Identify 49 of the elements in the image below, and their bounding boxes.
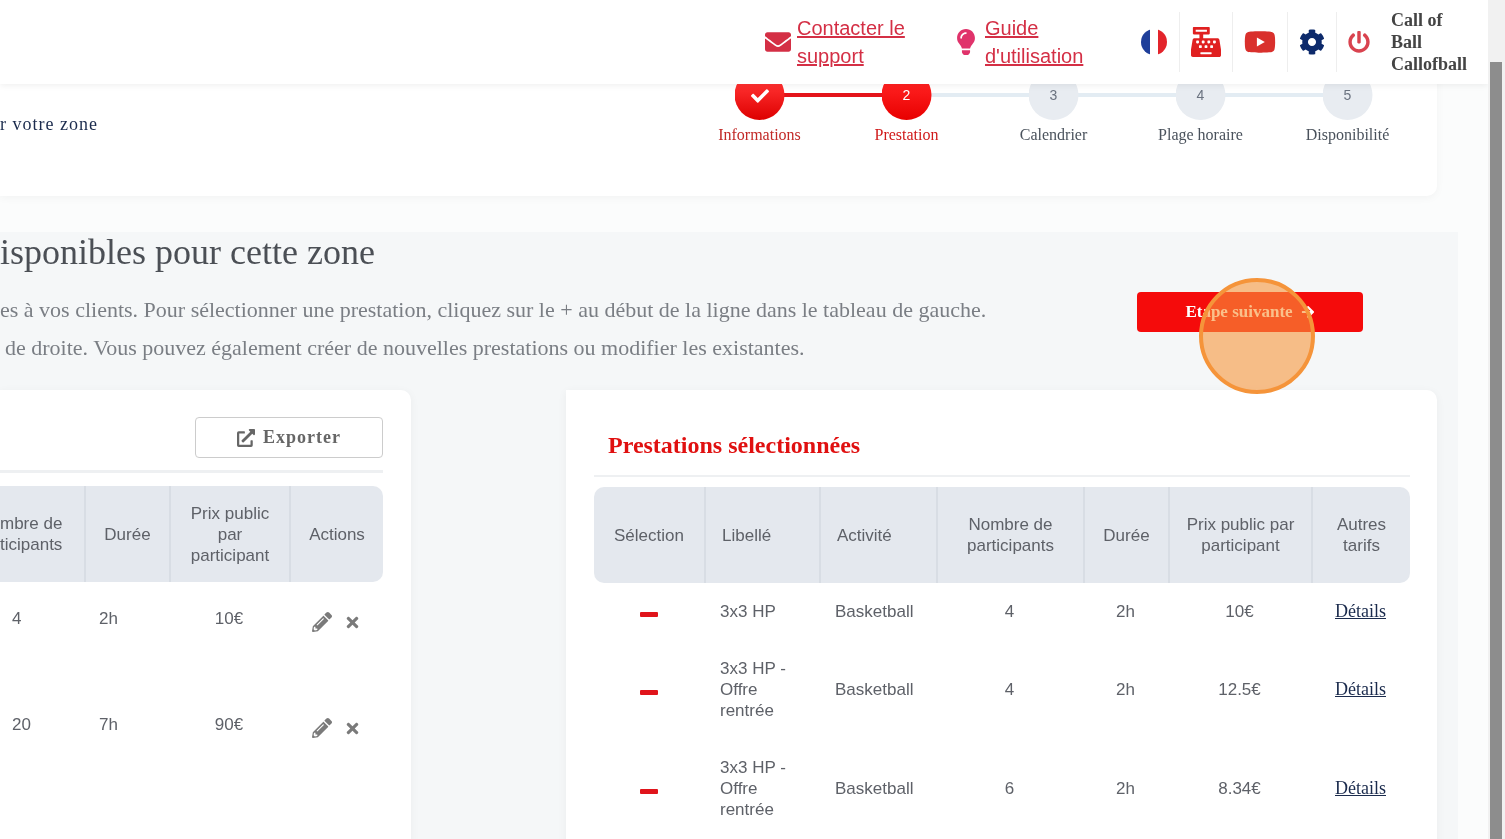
table-cell: Basketball [835,602,914,621]
table-cell: 3x3 HP [720,602,776,621]
table-cell: 90€ [214,715,244,734]
column-header: Actions [289,486,383,582]
instructions-text: es à vos clients. Pour sélectionner une prestation, cliquez sur le + au début de la ligne dans le tableau de gauche. [0,296,988,324]
step-label: Calendrier [1019,126,1088,144]
column-header: Autres tarifs [1311,487,1410,583]
table-cell: 3x3 HP - Offre rentrée [720,758,786,819]
table-cell: 6 [1004,779,1015,798]
column-header: Libellé [704,487,819,583]
details-link[interactable]: Détails [1335,601,1386,621]
details-link[interactable]: Détails [1335,778,1386,798]
column-header: mbre de ticipants [0,486,84,582]
table-cell: 8.34€ [1218,779,1261,798]
table-cell: Basketball [835,680,914,699]
user-name: Call of Ball Callofball [1391,9,1468,75]
section-title: isponibles pour cette zone [0,232,376,272]
column-header: Activité [819,487,936,583]
header-link[interactable]: Contacter le support [765,14,909,70]
header-link[interactable]: Guide d'utilisation [953,14,1085,70]
column-header: Prix public par participant [1168,487,1311,583]
column-header: Prix public par participant [169,486,289,582]
table-cell: 4 [12,609,22,628]
table-cell: 2h [99,609,118,628]
table-cell: 2h [1116,779,1135,798]
step-label: Prestation [874,126,939,144]
table-cell: 2h [1116,602,1135,621]
table-cell: 20 [12,715,31,734]
instructions-text: de droite. Vous pouvez également créer de nouvelles prestations ou modifier les existantes. [4,334,806,362]
column-header: Sélection [594,487,704,583]
step-label: Informations [718,126,801,144]
details-link[interactable]: Détails [1335,679,1386,699]
column-header: Durée [1083,487,1168,583]
column-header: Nombre de participants [936,487,1083,583]
table-cell: 10€ [1225,602,1254,621]
step-label: Plage horaire [1158,126,1243,144]
export-button[interactable]: Exporter [195,417,383,458]
table-cell: 12.5€ [1218,680,1261,699]
table-cell: 7h [99,715,118,734]
table-cell: 4 [1004,602,1015,621]
table-cell: 3x3 HP - Offre rentrée [720,659,786,720]
zone-caption: r votre zone [0,114,98,135]
table-cell: 2h [1116,680,1135,699]
step-label: Disponibilité [1305,126,1390,144]
table-cell: 4 [1004,680,1015,699]
table-cell: 10€ [214,609,244,628]
column-header: Durée [84,486,169,582]
panel-title: Prestations sélectionnées [594,418,1410,477]
table-cell: Basketball [835,779,914,798]
